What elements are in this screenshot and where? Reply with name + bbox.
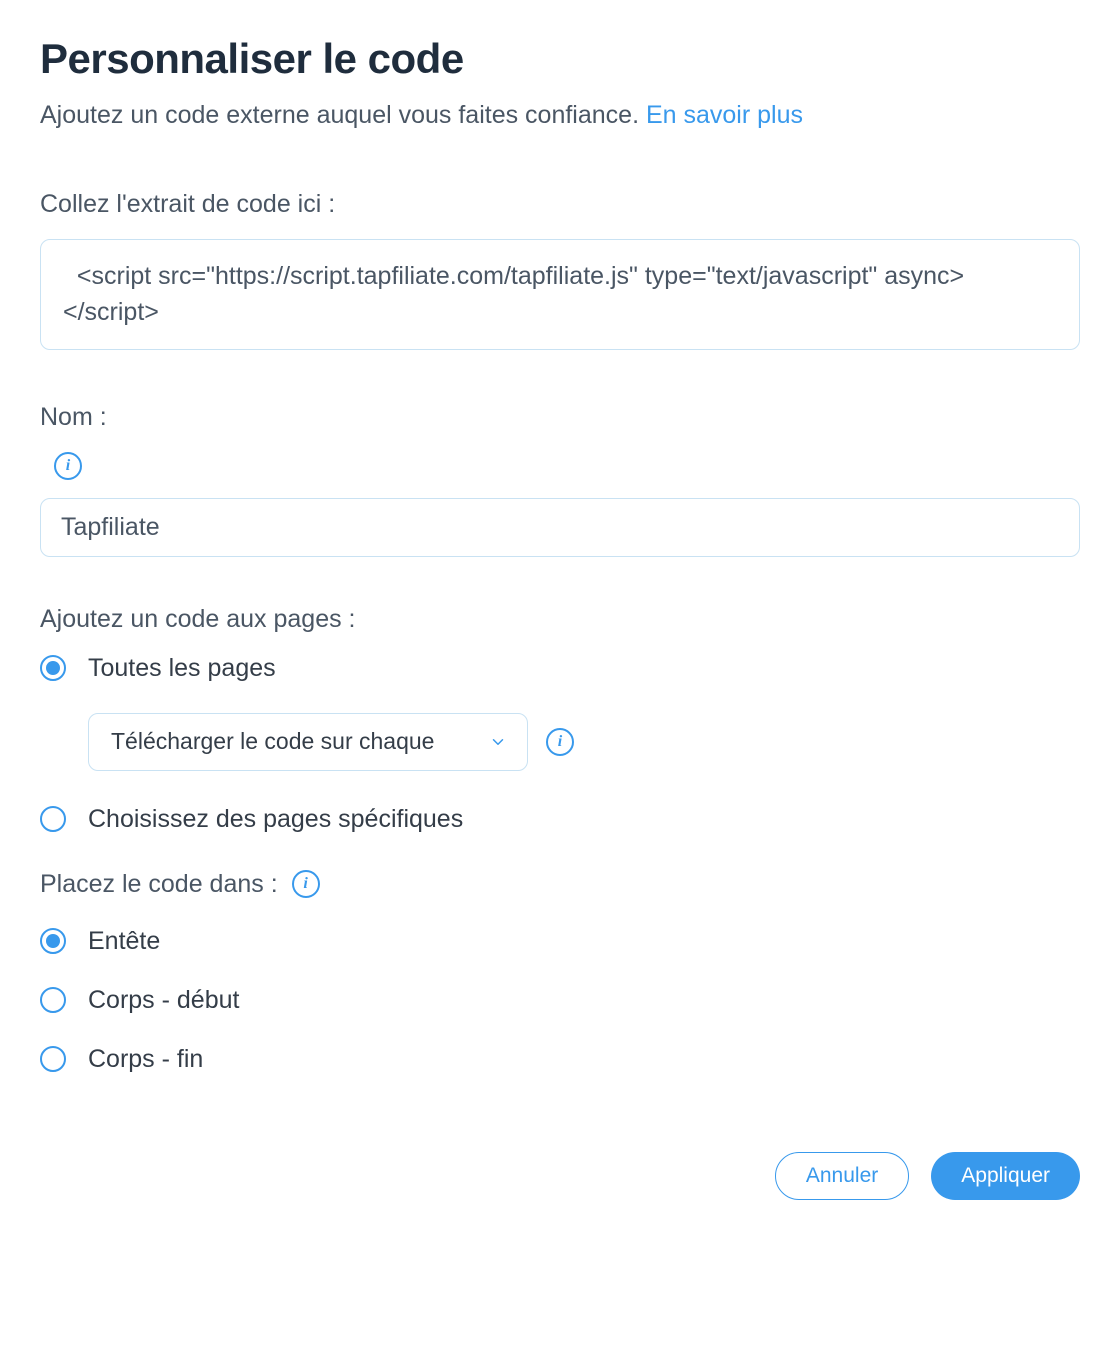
add-to-pages-label: Ajoutez un code aux pages : — [40, 605, 1080, 634]
chevron-down-icon — [489, 733, 507, 751]
radio-row-specific-pages[interactable]: Choisissez des pages spécifiques — [40, 805, 1080, 834]
subtitle-text: Ajoutez un code externe auquel vous fait… — [40, 101, 646, 129]
radio-row-body-start[interactable]: Corps - début — [40, 986, 1080, 1015]
radio-head[interactable] — [40, 928, 66, 954]
radio-body-end-label: Corps - fin — [88, 1045, 203, 1074]
dropdown-row: Télécharger le code sur chaque i — [88, 713, 1080, 771]
name-input[interactable] — [40, 498, 1080, 557]
place-code-group: Entête Corps - début Corps - fin — [40, 927, 1080, 1074]
dropdown-value: Télécharger le code sur chaque — [111, 728, 479, 755]
radio-row-body-end[interactable]: Corps - fin — [40, 1045, 1080, 1074]
info-icon[interactable]: i — [54, 452, 82, 480]
info-icon[interactable]: i — [546, 728, 574, 756]
radio-body-end[interactable] — [40, 1046, 66, 1072]
radio-row-all-pages[interactable]: Toutes les pages — [40, 654, 1080, 683]
page-title: Personnaliser le code — [40, 35, 1080, 83]
radio-specific-pages-label: Choisissez des pages spécifiques — [88, 805, 463, 834]
radio-specific-pages[interactable] — [40, 806, 66, 832]
radio-body-start-label: Corps - début — [88, 986, 239, 1015]
info-icon[interactable]: i — [292, 870, 320, 898]
learn-more-link[interactable]: En savoir plus — [646, 101, 803, 129]
apply-button[interactable]: Appliquer — [931, 1152, 1080, 1200]
radio-body-start[interactable] — [40, 987, 66, 1013]
cancel-button[interactable]: Annuler — [775, 1152, 909, 1200]
place-code-label-row: Placez le code dans : i — [40, 870, 320, 899]
load-code-dropdown[interactable]: Télécharger le code sur chaque — [88, 713, 528, 771]
code-snippet-label: Collez l'extrait de code ici : — [40, 190, 1080, 219]
place-code-label: Placez le code dans : — [40, 870, 278, 899]
radio-all-pages[interactable] — [40, 655, 66, 681]
add-to-pages-group: Toutes les pages Télécharger le code sur… — [40, 654, 1080, 834]
radio-all-pages-label: Toutes les pages — [88, 654, 276, 683]
radio-row-head[interactable]: Entête — [40, 927, 1080, 956]
page-subtitle: Ajoutez un code externe auquel vous fait… — [40, 101, 1080, 130]
code-snippet-input[interactable] — [40, 239, 1080, 350]
footer-buttons: Annuler Appliquer — [775, 1152, 1080, 1200]
radio-head-label: Entête — [88, 927, 160, 956]
name-label: Nom : — [40, 403, 1080, 432]
